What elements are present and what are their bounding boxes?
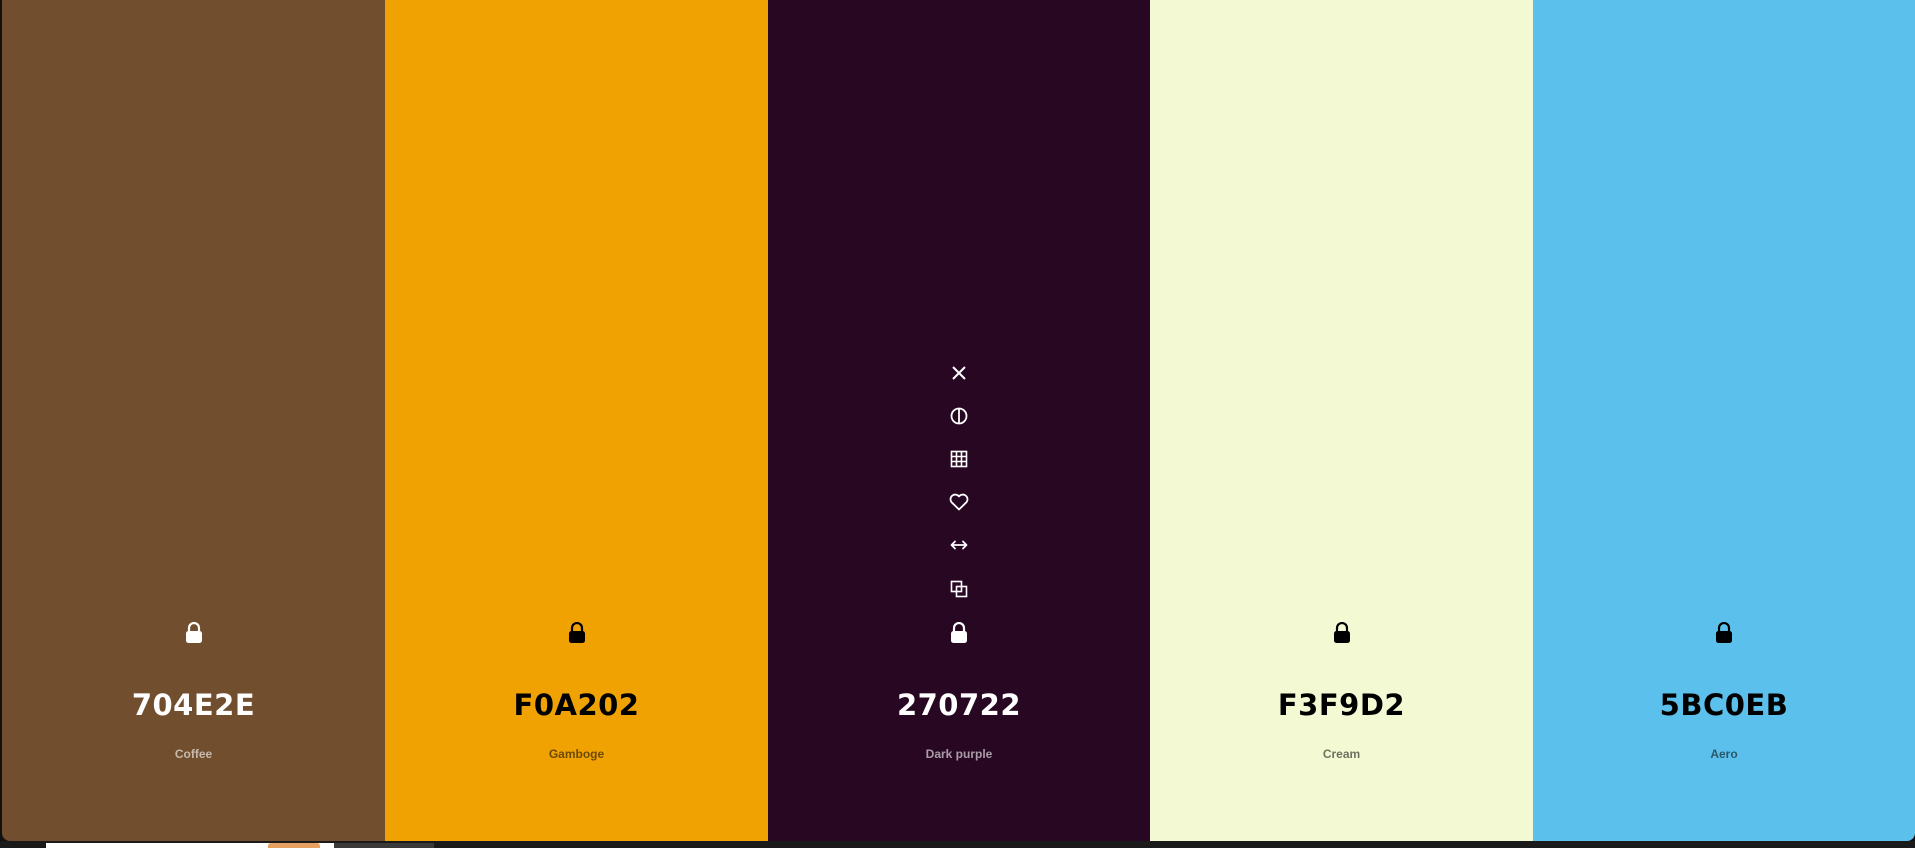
heart-icon[interactable] [947, 490, 971, 514]
color-palette: 704E2E Coffee F0A202 Gamboge 270722 Dark… [2, 0, 1915, 841]
lock-icon[interactable] [1712, 621, 1736, 645]
swatch-hex-code[interactable]: F3F9D2 [1150, 688, 1533, 722]
swatch-hex-code[interactable]: F0A202 [385, 688, 768, 722]
swatch-gamboge[interactable]: F0A202 Gamboge [385, 0, 768, 841]
swatch-dark-purple[interactable]: 270722 Dark purple [768, 0, 1150, 841]
contrast-icon[interactable] [947, 404, 971, 428]
swatch-coffee[interactable]: 704E2E Coffee [2, 0, 385, 841]
partial-thumbnail [334, 843, 434, 848]
partial-thumbnail-image [268, 843, 320, 848]
copy-icon[interactable] [947, 577, 971, 601]
swatch-color-name[interactable]: Coffee [2, 747, 385, 761]
swatch-cream[interactable]: F3F9D2 Cream [1150, 0, 1533, 841]
swatch-color-name[interactable]: Dark purple [768, 747, 1150, 761]
drag-arrows-icon[interactable] [947, 533, 971, 557]
swatch-color-name[interactable]: Cream [1150, 747, 1533, 761]
close-icon[interactable] [947, 361, 971, 385]
swatch-hex-code[interactable]: 5BC0EB [1533, 688, 1915, 722]
shades-grid-icon[interactable] [947, 447, 971, 471]
swatch-hex-code[interactable]: 704E2E [2, 688, 385, 722]
swatch-color-name[interactable]: Aero [1533, 747, 1915, 761]
lock-icon[interactable] [565, 621, 589, 645]
lock-icon[interactable] [182, 621, 206, 645]
lock-icon[interactable] [947, 621, 971, 645]
lock-icon[interactable] [1330, 621, 1354, 645]
swatch-aero[interactable]: 5BC0EB Aero [1533, 0, 1915, 841]
swatch-hex-code[interactable]: 270722 [768, 688, 1150, 722]
swatch-color-name[interactable]: Gamboge [385, 747, 768, 761]
